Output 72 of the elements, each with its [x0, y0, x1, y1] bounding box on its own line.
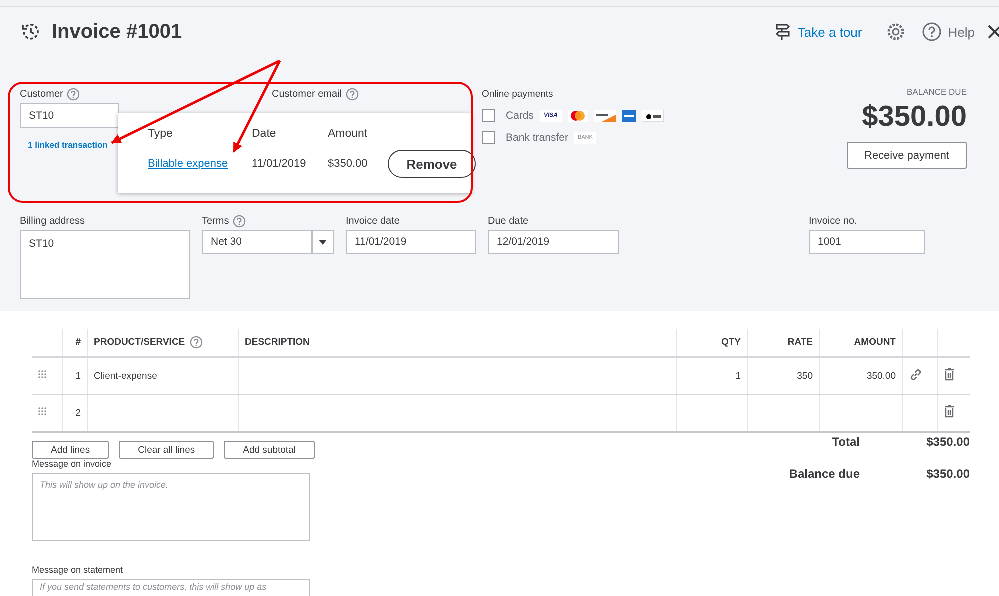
invoice-title: Invoice #1001 [52, 20, 182, 44]
balance-amount: $350.00 [862, 101, 967, 134]
field-label: Customer email [272, 88, 342, 100]
column-header: AMOUNT [820, 329, 902, 357]
card-logo-icon [622, 110, 636, 122]
table-cell: 350.00 [866, 370, 896, 382]
column-header: Type [148, 128, 174, 140]
field-label: Message on statement [32, 565, 124, 575]
card-logo-icon [568, 110, 588, 122]
field-label: Terms [202, 216, 230, 226]
help-link[interactable]: Help [948, 24, 975, 40]
total-label: Total [832, 435, 860, 449]
close-icon[interactable] [987, 23, 999, 41]
customer-field[interactable]: ST10 [20, 103, 119, 128]
drag-handle-icon[interactable] [38, 407, 47, 416]
line-number: 2 [76, 408, 81, 418]
option-label: Bank transfer [506, 132, 568, 144]
transaction-amount: $350.00 [328, 158, 369, 170]
terms-dropdown[interactable]: Net 30 [202, 230, 312, 254]
column-header: QTY [676, 329, 748, 357]
caret-icon[interactable] [319, 240, 327, 244]
field-label: Invoice date [346, 214, 401, 228]
receive-payment-button[interactable]: Receive payment [847, 142, 967, 169]
checkbox[interactable] [482, 131, 495, 144]
drag-handle-icon[interactable] [38, 370, 47, 379]
link-icon[interactable] [909, 368, 923, 382]
table-cell: Client-expense [94, 370, 158, 382]
card-logo-icon [594, 110, 616, 122]
table-cell: 1 [736, 370, 741, 382]
take-tour-link[interactable]: Take a tour [798, 24, 862, 40]
table-action-button[interactable]: Clear all lines [119, 441, 214, 459]
field-label: Customer [20, 88, 64, 100]
total-label: Balance due [789, 467, 860, 481]
history-icon[interactable] [20, 21, 42, 43]
column-header: Amount [328, 128, 369, 140]
card-logo-icon [642, 110, 664, 122]
section-label: Online payments [482, 89, 554, 100]
help-icon[interactable] [190, 336, 204, 349]
help-icon[interactable] [233, 214, 246, 228]
table-cell: 350 [797, 370, 813, 382]
trash-icon[interactable] [944, 405, 955, 418]
field-label: Message on invoice [32, 459, 113, 469]
signpost-icon[interactable] [774, 23, 792, 41]
field-label: Billing address [20, 214, 86, 228]
field-label: Invoice no. [809, 214, 858, 228]
column-header: RATE [748, 329, 820, 357]
field-label: Due date [488, 214, 530, 228]
remove-button[interactable]: Remove [388, 150, 476, 178]
table-action-button[interactable]: Add subtotal [224, 441, 315, 459]
due-date-field[interactable]: 12/01/2019 [488, 230, 619, 254]
column-header: # [62, 329, 88, 357]
column-header: PRODUCT/SERVICE [94, 337, 186, 348]
transaction-date: 11/01/2019 [252, 158, 308, 170]
linked-transaction-link[interactable]: 1 linked transaction [28, 140, 118, 150]
checkbox[interactable] [482, 109, 495, 122]
invoice-date-field[interactable]: 11/01/2019 [346, 230, 476, 254]
help-icon[interactable] [922, 22, 942, 42]
settings-icon[interactable] [886, 22, 906, 42]
option-label: Cards [506, 110, 534, 122]
line-number: 1 [76, 370, 81, 382]
transaction-link[interactable]: Billable expense [148, 158, 252, 170]
help-icon[interactable] [346, 88, 360, 100]
column-header: Date [252, 128, 278, 140]
trash-icon[interactable] [944, 368, 955, 381]
total-value: $350.00 [926, 435, 970, 449]
column-header: DESCRIPTION [238, 329, 676, 357]
billing-address-field[interactable]: ST10 [20, 230, 190, 299]
help-icon[interactable] [67, 88, 80, 100]
balance-label: BALANCE DUE [907, 87, 967, 97]
invoice-number-field[interactable]: 1001 [809, 230, 925, 254]
table-action-button[interactable]: Add lines [32, 441, 110, 459]
total-value: $350.00 [926, 467, 970, 481]
